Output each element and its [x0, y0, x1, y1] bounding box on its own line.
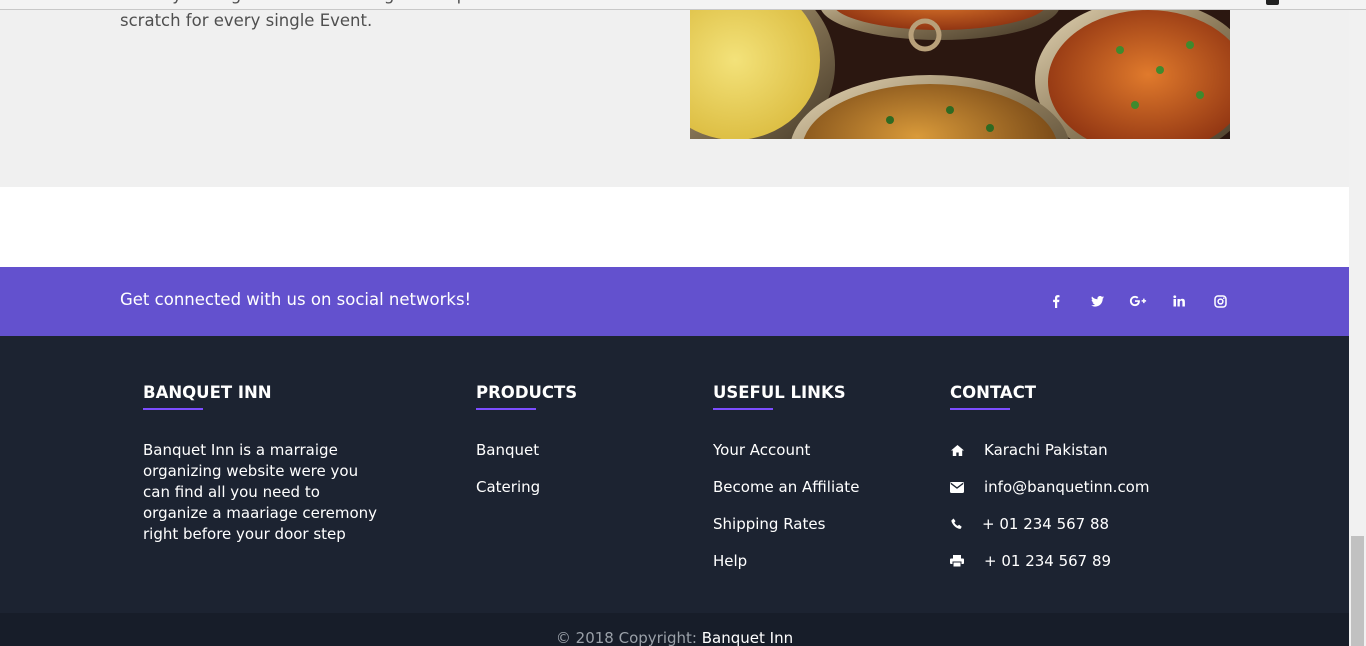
about-text-line: scratch for every single Event.	[120, 11, 373, 30]
footer-link-shipping-rates[interactable]: Shipping Rates	[713, 514, 859, 534]
facebook-icon[interactable]	[1046, 291, 1066, 311]
instagram-icon[interactable]	[1210, 291, 1230, 311]
heading-underline	[950, 408, 1010, 410]
brand-description: Banquet Inn is a marraige organizing web…	[143, 441, 378, 543]
footer-link-your-account[interactable]: Your Account	[713, 440, 859, 460]
page: staff by saving them from having to comp…	[0, 0, 1349, 646]
contact-address: Karachi Pakistan	[950, 440, 1149, 460]
footer: BANQUET INN Banquet Inn is a marraige or…	[0, 336, 1349, 613]
contact-phone-text: + 01 234 567 88	[982, 515, 1110, 533]
footer-useful-links-column: USEFUL LINKS Your Account Become an Affi…	[713, 383, 859, 588]
footer-heading: USEFUL LINKS	[713, 383, 846, 402]
food-image	[690, 10, 1230, 139]
home-icon	[950, 443, 964, 457]
twitter-icon[interactable]	[1087, 291, 1107, 311]
footer-heading: CONTACT	[950, 383, 1037, 402]
contact-address-text: Karachi Pakistan	[984, 441, 1108, 459]
social-bar: Get connected with us on social networks…	[0, 267, 1349, 336]
social-title: Get connected with us on social networks…	[120, 290, 472, 309]
google-plus-icon[interactable]	[1128, 291, 1148, 311]
contact-email: info@banquetinn.com	[950, 477, 1149, 497]
print-icon	[950, 554, 964, 568]
copyright-text: © 2018 Copyright: Banquet Inn	[0, 629, 1349, 646]
contact-email-text: info@banquetinn.com	[984, 478, 1150, 496]
heading-underline	[713, 408, 773, 410]
envelope-icon	[950, 480, 964, 494]
contact-fax: + 01 234 567 89	[950, 551, 1149, 571]
phone-icon	[950, 517, 964, 531]
contact-phone: + 01 234 567 88	[950, 514, 1149, 534]
copyright-bar: © 2018 Copyright: Banquet Inn	[0, 613, 1349, 646]
footer-link-help[interactable]: Help	[713, 551, 859, 571]
footer-heading: BANQUET INN	[143, 383, 272, 402]
footer-brand-column: BANQUET INN Banquet Inn is a marraige or…	[143, 383, 388, 545]
about-section: staff by saving them from having to comp…	[0, 0, 1349, 187]
contact-list: Karachi Pakistan info@banquetinn.com + 0…	[950, 440, 1149, 571]
food-illustration	[690, 10, 1230, 139]
copyright-prefix: © 2018 Copyright:	[555, 629, 697, 646]
footer-contact-column: CONTACT Karachi Pakistan info@banquetinn…	[950, 383, 1149, 588]
footer-heading: PRODUCTS	[476, 383, 578, 402]
contact-fax-text: + 01 234 567 89	[984, 552, 1112, 570]
social-icons	[1025, 291, 1230, 311]
about-text: staff by saving them from having to comp…	[120, 0, 625, 34]
scrollbar-thumb[interactable]	[1351, 536, 1364, 646]
about-text-line: staff by saving them from having to comp…	[120, 0, 625, 8]
heading-underline	[476, 408, 536, 410]
heading-underline	[143, 408, 203, 410]
footer-products-column: PRODUCTS Banquet Catering	[476, 383, 577, 514]
spacer	[0, 187, 1349, 267]
useful-links: Your Account Become an Affiliate Shippin…	[713, 440, 859, 571]
footer-link-affiliate[interactable]: Become an Affiliate	[713, 477, 859, 497]
footer-link-banquet[interactable]: Banquet	[476, 440, 577, 460]
copyright-link[interactable]: Banquet Inn	[702, 629, 793, 646]
footer-link-catering[interactable]: Catering	[476, 477, 577, 497]
linkedin-icon[interactable]	[1169, 291, 1189, 311]
products-links: Banquet Catering	[476, 440, 577, 497]
